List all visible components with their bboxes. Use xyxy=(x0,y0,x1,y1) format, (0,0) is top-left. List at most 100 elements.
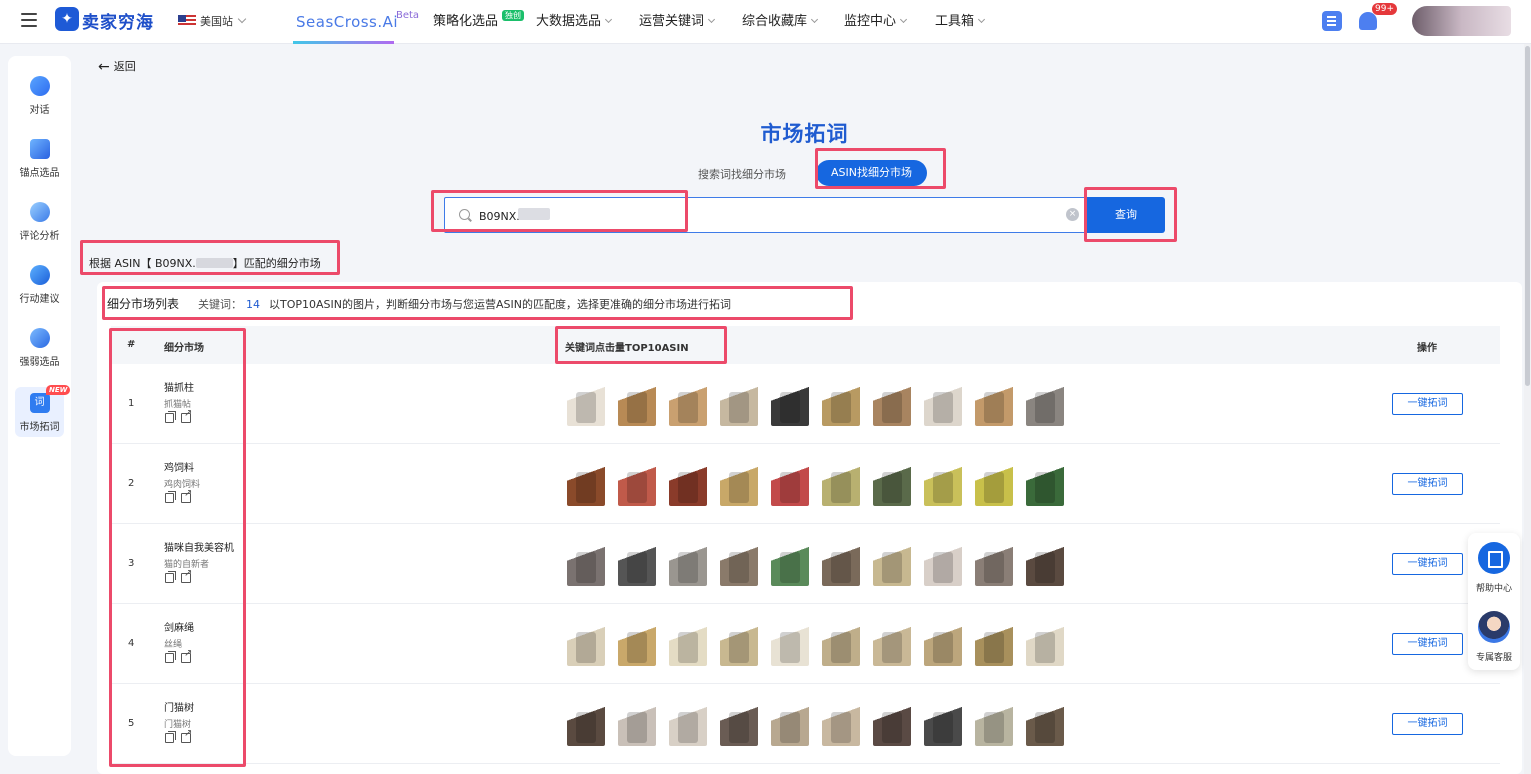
document-icon[interactable] xyxy=(1322,11,1342,31)
product-thumbnail[interactable] xyxy=(975,624,1013,666)
nav-monitor[interactable]: 监控中心 xyxy=(844,0,908,44)
product-thumbnail[interactable] xyxy=(720,704,758,746)
product-thumbnail[interactable] xyxy=(567,544,605,586)
avatar[interactable] xyxy=(1412,6,1511,36)
expand-keywords-button[interactable]: 一键拓词 xyxy=(1392,473,1463,495)
product-thumbnail[interactable] xyxy=(873,704,911,746)
product-thumbnail[interactable] xyxy=(975,464,1013,506)
share-icon[interactable] xyxy=(181,648,192,663)
expand-keywords-button[interactable]: 一键拓词 xyxy=(1392,393,1463,415)
help-center-label[interactable]: 帮助中心 xyxy=(1468,581,1520,594)
product-thumbnail[interactable] xyxy=(669,624,707,666)
nav-toolbox[interactable]: 工具箱 xyxy=(935,0,986,44)
sidebar-item-strength[interactable]: 强弱选品 xyxy=(8,328,71,368)
tab-asin-mode[interactable]: ASIN找细分市场 xyxy=(816,160,927,186)
nav-seascross[interactable]: SeasCross.Ai xyxy=(296,0,398,44)
product-thumbnail[interactable] xyxy=(975,704,1013,746)
product-thumbnail[interactable] xyxy=(822,704,860,746)
sidebar-item-market-words[interactable]: 词 市场拓词 NEW xyxy=(8,385,71,437)
product-thumbnail[interactable] xyxy=(975,384,1013,426)
product-thumbnail[interactable] xyxy=(924,624,962,666)
product-thumbnail[interactable] xyxy=(873,544,911,586)
asin-search-input[interactable] xyxy=(479,206,1039,226)
product-thumbnail[interactable] xyxy=(567,624,605,666)
site-selector[interactable]: 美国站 xyxy=(200,13,247,29)
copy-icon[interactable] xyxy=(165,571,176,583)
product-thumbnail[interactable] xyxy=(822,384,860,426)
share-icon[interactable] xyxy=(181,728,192,743)
product-thumbnail[interactable] xyxy=(1026,704,1064,746)
product-thumbnail[interactable] xyxy=(669,384,707,426)
product-thumbnail[interactable] xyxy=(771,704,809,746)
arrow-left-icon: ← xyxy=(98,59,110,75)
nav-bigdata-selection[interactable]: 大数据选品 xyxy=(536,0,613,44)
share-icon[interactable] xyxy=(181,488,192,503)
column-action: 操作 xyxy=(1417,343,1437,354)
product-thumbnail[interactable] xyxy=(618,704,656,746)
product-thumbnail[interactable] xyxy=(1026,544,1064,586)
product-thumbnail[interactable] xyxy=(924,544,962,586)
nav-keywords[interactable]: 运营关键词 xyxy=(639,0,716,44)
user-icon xyxy=(29,328,50,348)
share-icon[interactable] xyxy=(181,568,192,583)
product-thumbnail[interactable] xyxy=(924,464,962,506)
product-thumbnail[interactable] xyxy=(1026,384,1064,426)
product-thumbnail[interactable] xyxy=(567,704,605,746)
expand-keywords-button[interactable]: 一键拓词 xyxy=(1392,713,1463,735)
product-thumbnail[interactable] xyxy=(618,464,656,506)
product-thumbnail[interactable] xyxy=(669,464,707,506)
sidebar-item-action[interactable]: 行动建议 xyxy=(8,265,71,305)
product-thumbnail[interactable] xyxy=(618,384,656,426)
tab-keyword-mode[interactable]: 搜索词找细分市场 xyxy=(698,166,786,182)
product-thumbnail[interactable] xyxy=(669,544,707,586)
search-button[interactable]: 查询 xyxy=(1087,197,1165,233)
sidebar-item-chat[interactable]: 对话 xyxy=(8,76,71,116)
product-thumbnail[interactable] xyxy=(1026,624,1064,666)
nav-collection[interactable]: 综合收藏库 xyxy=(742,0,819,44)
product-thumbnail[interactable] xyxy=(771,464,809,506)
help-book-icon[interactable] xyxy=(1478,542,1510,574)
product-thumbnail[interactable] xyxy=(924,704,962,746)
product-thumbnail[interactable] xyxy=(873,624,911,666)
product-thumbnail[interactable] xyxy=(873,464,911,506)
clear-icon[interactable]: × xyxy=(1066,208,1079,221)
product-thumbnail[interactable] xyxy=(720,544,758,586)
product-thumbnail[interactable] xyxy=(771,384,809,426)
copy-icon[interactable] xyxy=(165,411,176,423)
nav-strategy-selection[interactable]: 策略化选品 xyxy=(433,0,498,44)
product-thumbnail[interactable] xyxy=(771,624,809,666)
copy-icon[interactable] xyxy=(165,651,176,663)
product-thumbnail[interactable] xyxy=(618,624,656,666)
product-thumbnail[interactable] xyxy=(720,384,758,426)
product-thumbnail[interactable] xyxy=(1026,464,1064,506)
row-index: 5 xyxy=(128,718,135,729)
product-thumbnail[interactable] xyxy=(924,384,962,426)
product-thumbnail[interactable] xyxy=(567,464,605,506)
share-icon[interactable] xyxy=(181,408,192,423)
expand-keywords-button[interactable]: 一键拓词 xyxy=(1392,553,1463,575)
sidebar-item-review[interactable]: 评论分析 xyxy=(8,202,71,242)
product-thumbnail[interactable] xyxy=(720,624,758,666)
product-thumbnail[interactable] xyxy=(771,544,809,586)
product-thumbnail[interactable] xyxy=(822,544,860,586)
menu-icon[interactable] xyxy=(21,13,37,29)
expand-keywords-button[interactable]: 一键拓词 xyxy=(1392,633,1463,655)
scrollbar[interactable] xyxy=(1524,44,1531,774)
product-thumbnail[interactable] xyxy=(822,464,860,506)
table-row: 3猫咪自我美容机猫的自新者一键拓词 xyxy=(111,524,1500,604)
product-thumbnail[interactable] xyxy=(669,704,707,746)
product-thumbnail[interactable] xyxy=(618,544,656,586)
scrollbar-thumb[interactable] xyxy=(1525,46,1530,386)
product-thumbnail[interactable] xyxy=(873,384,911,426)
bell-icon[interactable] xyxy=(1359,12,1377,30)
product-thumbnail[interactable] xyxy=(975,544,1013,586)
copy-icon[interactable] xyxy=(165,491,176,503)
sidebar-item-anchor[interactable]: 锚点选品 xyxy=(8,139,71,179)
back-button[interactable]: ← 返回 xyxy=(98,58,136,75)
product-thumbnail[interactable] xyxy=(822,624,860,666)
product-thumbnail[interactable] xyxy=(567,384,605,426)
service-avatar-icon[interactable] xyxy=(1478,611,1510,643)
product-thumbnail[interactable] xyxy=(720,464,758,506)
service-label[interactable]: 专属客服 xyxy=(1468,650,1520,663)
copy-icon[interactable] xyxy=(165,731,176,743)
